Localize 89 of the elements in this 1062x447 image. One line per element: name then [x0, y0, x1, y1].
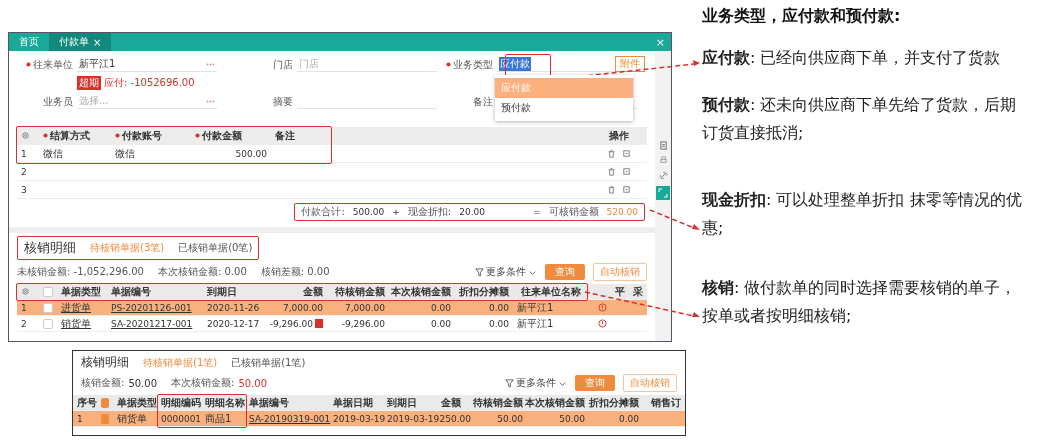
- column-header: 往来单位名称: [521, 284, 581, 299]
- section-title: 核销明细: [81, 354, 129, 371]
- summary-text: 本次核销金额: 0.00: [157, 265, 247, 279]
- column-header: 单据类型: [117, 395, 157, 410]
- annotation-paragraph: 核销: 做付款单的同时选择需要核销的单子，按单或者按明细核销;: [702, 277, 1018, 327]
- column-header: 单据编号: [249, 395, 289, 410]
- field-label: 摘要: [273, 94, 293, 109]
- table-cell-text: -9,296.00: [340, 318, 386, 329]
- row-number: 2: [20, 318, 28, 329]
- totals-label: 可核销金额: [548, 205, 599, 219]
- table-cell-text: 0000001: [160, 413, 201, 424]
- column-header: 本次核销金额: [525, 395, 585, 410]
- field-label: 业务员: [43, 94, 73, 109]
- column-header: 到期日: [207, 284, 237, 299]
- table-cell-text: 2019-03-19: [386, 413, 437, 424]
- totals-value: 520.00: [606, 207, 638, 217]
- table-cell-text: 微信: [42, 146, 64, 161]
- table-cell-text: 新平江1: [516, 316, 555, 331]
- row-number: 3: [20, 184, 28, 195]
- row-number: 1: [76, 413, 84, 424]
- totals-label: 付款合计:: [301, 205, 345, 219]
- row-number: 2: [20, 166, 28, 177]
- table-cell-text: 500.00: [234, 148, 268, 159]
- table-cell-text: 新平江1: [516, 300, 555, 315]
- table-cell-text: 销货单: [60, 316, 92, 331]
- column-header: 序号: [77, 395, 97, 410]
- table-cell-text: 进货单: [60, 300, 92, 315]
- column-header: 付款金额: [202, 128, 242, 143]
- column-header: 操作: [609, 128, 629, 143]
- column-header: 备注: [275, 128, 295, 143]
- table-cell-text: 微信: [114, 146, 136, 161]
- column-header: 本次核销金额: [391, 284, 451, 299]
- table-cell: -9,296.00: [269, 318, 313, 329]
- payable-text: 应付: -1052696.00: [104, 76, 195, 90]
- table-cell-text: 销货单: [116, 411, 148, 426]
- column-header: 单据编号: [111, 284, 151, 299]
- column-header: 平: [615, 284, 625, 299]
- field-label: 备注: [473, 94, 493, 109]
- table-cell-text: 50.00: [558, 413, 586, 424]
- table-cell: 7,000.00: [282, 302, 323, 313]
- row-number: 1: [20, 148, 28, 159]
- table-cell-text: 2019-03-19: [332, 413, 383, 424]
- summary-text: 核销差额: 0.00: [260, 265, 330, 279]
- summary-value: 50.00: [128, 377, 157, 389]
- table-cell-text: 50.00: [496, 413, 524, 424]
- summary-label: 本次核销金额:: [171, 376, 235, 390]
- table-cell-text: 0.00: [429, 302, 452, 313]
- field-label: 业务类型: [453, 57, 493, 72]
- column-header: 采: [633, 284, 643, 299]
- table-cell-text: 商品1: [204, 411, 233, 426]
- table-cell-text: 0.00: [617, 413, 640, 424]
- totals-label: 现金折扣:: [407, 205, 452, 219]
- column-header: 金额: [441, 395, 461, 410]
- plus-sign: +: [392, 207, 400, 217]
- totals-value: 500.00: [352, 207, 385, 217]
- row-number: 1: [20, 302, 28, 313]
- table-cell-text: 2020-12-17: [206, 318, 261, 329]
- table-cell-text: 250.00: [439, 413, 472, 424]
- table-cell-text: 0.00: [429, 318, 452, 329]
- section-title: 核销明细: [24, 239, 76, 257]
- table-cell-text: 7,000.00: [343, 302, 386, 313]
- column-header: 待核销金额: [473, 395, 523, 410]
- table-cell-text: 2020-11-26: [206, 302, 261, 313]
- column-header: 到期日: [387, 395, 417, 410]
- column-header: 销售订: [651, 395, 681, 410]
- column-header: 单据日期: [333, 395, 373, 410]
- column-header: 折扣分摊额: [589, 395, 639, 410]
- summary-label: 核销金额:: [81, 376, 125, 390]
- column-header: 付款账号: [122, 128, 162, 143]
- annotation-paragraph: 预付款: 还未向供应商下单先给了货款，后期订货直接抵消;: [702, 94, 1018, 144]
- status-badge: 超期: [77, 76, 101, 90]
- column-header: 金额: [303, 284, 323, 299]
- column-header: 待核销金额: [335, 284, 385, 299]
- summary-value: 50.00: [238, 377, 268, 389]
- field-label: 往来单位: [33, 57, 73, 72]
- column-header: 明细编码: [161, 395, 201, 410]
- table-cell-text: 0.00: [487, 318, 510, 329]
- summary-text: 未核销金额: -1,052,296.00: [17, 265, 144, 279]
- table-cell-text: 0.00: [487, 302, 510, 313]
- column-header: 单据类型: [61, 284, 101, 299]
- annotation-heading: 业务类型，应付款和预付款:: [702, 6, 902, 27]
- annotation-paragraph: 现金折扣: 可以处理整单折扣 抹零等情况的优惠;: [702, 189, 1023, 239]
- equals-sign: =: [532, 207, 541, 217]
- totals-value: 20.00: [459, 207, 485, 217]
- annotation-paragraph: 应付款: 已经向供应商下单，并支付了货款: [702, 47, 1002, 69]
- column-header: 折扣分摊额: [459, 284, 509, 299]
- column-header: 明细名称: [205, 395, 245, 410]
- field-label: 门店: [273, 57, 293, 72]
- column-header: 结算方式: [50, 128, 90, 143]
